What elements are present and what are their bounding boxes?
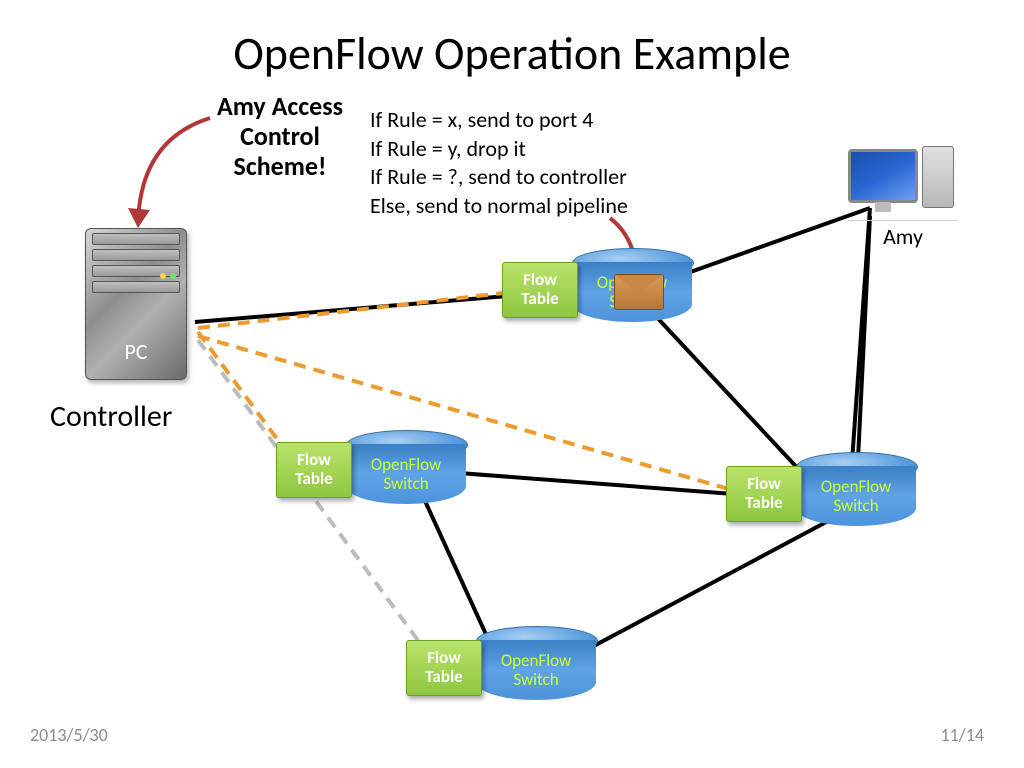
flow-table-box: FlowTable (406, 640, 482, 696)
rules-block: If Rule = x, send to port 4 If Rule = y,… (370, 106, 628, 220)
flow-table-box: FlowTable (726, 466, 802, 522)
footer-date: 2013/5/30 (30, 724, 108, 746)
flow-table-box: FlowTable (502, 262, 578, 318)
rule-line: Else, send to normal pipeline (370, 192, 628, 221)
controller-server-icon: PC (85, 228, 195, 388)
footer-page: 11/14 (941, 724, 984, 746)
switch-label: Switch (383, 473, 428, 494)
rule-line: If Rule = y, drop it (370, 135, 628, 164)
controller-caption: Controller (50, 398, 172, 435)
slide-title: OpenFlow Operation Example (0, 26, 1024, 82)
amy-pc-icon: Amy (848, 146, 958, 250)
openflow-switch-icon: OpenFlow Switch (470, 640, 600, 714)
rule-line: If Rule = x, send to port 4 (370, 106, 628, 135)
callout-access-scheme: Amy Access Control Scheme! (200, 92, 360, 182)
controller-box-label: PC (86, 338, 186, 365)
flow-table-box: FlowTable (276, 442, 352, 498)
switch-label: Switch (513, 669, 558, 690)
openflow-switch-icon: OpenFlow Switch (340, 444, 470, 518)
amy-caption: Amy (848, 220, 958, 250)
rule-line: If Rule = ?, send to controller (370, 163, 628, 192)
openflow-switch-icon: OpenFlow Switch (790, 466, 920, 540)
switch-label: Switch (833, 495, 878, 516)
packet-envelope-icon (614, 274, 664, 310)
